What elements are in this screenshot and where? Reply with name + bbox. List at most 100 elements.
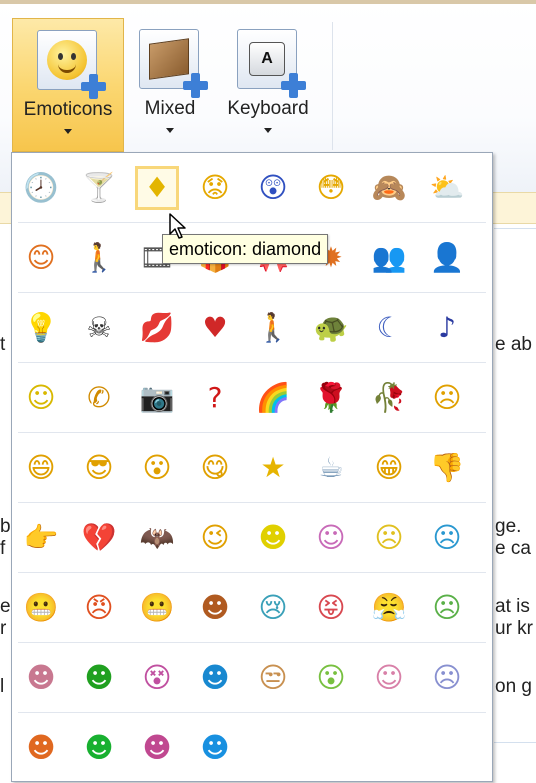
emoticon-tan-face[interactable]: 😒 [251, 656, 295, 700]
emoticon-cloud[interactable]: ⛅ [425, 166, 469, 210]
emoticon-worried[interactable]: 😟 [193, 166, 237, 210]
emoticon-blue-face-2[interactable]: ☻ [193, 726, 237, 770]
emoticon-star[interactable]: ★ [251, 446, 295, 490]
mixed-button-label: Mixed [144, 98, 196, 119]
teal-grimace-icon: 😬 [23, 591, 59, 624]
emoticon-pink-laugh[interactable]: ☻ [19, 656, 63, 700]
emoticon-sad[interactable]: ☹ [425, 376, 469, 420]
emoticon-row: 💡 ☠ 💋 ♥ 🚶 🐢 ☾ ♪ [12, 293, 492, 363]
music-note-icon: ♪ [438, 311, 456, 344]
document-text-fragment: ge. [495, 516, 522, 537]
emoticon-smiley[interactable]: ☺ [19, 376, 63, 420]
green-face-icon: ☻ [84, 661, 114, 694]
emoticon-green-gasp[interactable]: 😮 [309, 656, 353, 700]
confused-icon: ☹ [374, 521, 404, 554]
blue-face-2-icon: ☻ [200, 731, 230, 764]
pink-smile-icon: ☺ [374, 661, 404, 694]
emoticon-pink-face[interactable]: 😝 [309, 586, 353, 630]
emoticon-bat[interactable]: 🦇 [135, 516, 179, 560]
sad-icon: ☹ [432, 381, 462, 414]
emoticon-row: ☺ ✆ 📷? 🌈 🌹 🥀 ☹ [12, 363, 492, 433]
emoticon-contact[interactable]: 👤 [425, 236, 469, 280]
emoticon-laughing[interactable]: 😄 [19, 446, 63, 490]
pointing-hand-icon: 👉 [23, 521, 59, 554]
keyboard-button[interactable]: A Keyboard [216, 18, 320, 152]
emoticon-green-face[interactable]: ☻ [77, 656, 121, 700]
emoticon-person[interactable]: 🚶 [77, 236, 121, 280]
emoticon-orange-face[interactable]: ☻ [19, 726, 63, 770]
emoticon-walking-man[interactable]: 🚶 [251, 306, 295, 350]
emoticon-shocked[interactable]: 😲 [251, 166, 295, 210]
emoticon-lightbulb[interactable]: 💡 [19, 306, 63, 350]
brown-face-icon: ☻ [200, 591, 230, 624]
emoticon-skull[interactable]: ☠ [77, 306, 121, 350]
emoticon-insert-icon [37, 30, 106, 99]
document-rule [494, 742, 536, 743]
emoticon-rose[interactable]: 🌹 [309, 376, 353, 420]
emoticon-yellow-smiley[interactable]: ☻ [251, 516, 295, 560]
document-text-fragment: e ab [495, 334, 532, 355]
emoticon-heart[interactable]: ♥ [193, 306, 237, 350]
hiding-icon: 🙈 [371, 171, 407, 204]
emoticon-brown-face[interactable]: ☻ [193, 586, 237, 630]
emoticon-diamond[interactable]: ♦ [135, 166, 179, 210]
emoticon-row: 😬 😠 😬 ☻ 😢 😝 😤 ☹ [12, 573, 492, 643]
emoticon-flushed[interactable]: 😳 [309, 166, 353, 210]
emoticon-camera[interactable]: 📷 [135, 376, 179, 420]
emoticon-pink-smile[interactable]: ☺ [367, 656, 411, 700]
cloud-icon: ⛅ [429, 171, 465, 204]
pink-laugh-icon: ☻ [26, 661, 56, 694]
chevron-down-icon [166, 128, 174, 133]
mouse-pointer-icon [169, 213, 186, 239]
emoticon-tongue-out[interactable]: 😋 [193, 446, 237, 490]
mixed-button[interactable]: Mixed [134, 18, 208, 152]
emoticon-rainbow[interactable]: 🌈 [251, 376, 295, 420]
emoticon-moon[interactable]: ☾ [367, 306, 411, 350]
emoticon-coffee[interactable]: ☕ [309, 446, 353, 490]
emoticon-green-sad[interactable]: ☹ [425, 586, 469, 630]
emoticon-green-grin[interactable]: 😬 [135, 586, 179, 630]
lightbulb-icon: 💡 [23, 311, 59, 344]
emoticon-broken-heart[interactable]: 💔 [77, 516, 121, 560]
emoticons-button[interactable]: Emoticons [12, 18, 124, 152]
emoticon-frowning-blue[interactable]: 😤 [367, 586, 411, 630]
emoticon-surprised[interactable]: 😮 [135, 446, 179, 490]
emoticon-lavender-face[interactable]: ☹ [425, 656, 469, 700]
shocked-icon: 😲 [258, 171, 288, 204]
yellow-smiley-icon: ☻ [258, 521, 288, 554]
emoticon-magenta-face[interactable]: ☻ [135, 726, 179, 770]
crying-icon: 😢 [258, 591, 288, 624]
emoticon-phone[interactable]: ✆ [77, 376, 121, 420]
chevron-down-icon [264, 128, 272, 133]
emoticon-row: ☻ ☻ 😵 ☻ 😒 😮 ☺ ☹ [12, 643, 492, 713]
emoticon-teal-grimace[interactable]: 😬 [19, 586, 63, 630]
emoticon-blue-face[interactable]: ☹ [425, 516, 469, 560]
emoticon-wilted-rose[interactable]: 🥀 [367, 376, 411, 420]
camera-icon: 📷 [139, 381, 175, 414]
emoticon-pointing-hand[interactable]: 👉 [19, 516, 63, 560]
emoticon-thumbs-down[interactable]: 👎 [425, 446, 469, 490]
emoticon-hiding[interactable]: 🙈 [367, 166, 411, 210]
emoticon-blushing[interactable]: 😊 [19, 236, 63, 280]
emoticon-crying[interactable]: 😢 [251, 586, 295, 630]
emoticon-music-note[interactable]: ♪ [425, 306, 469, 350]
emoticon-cool[interactable]: 😎 [77, 446, 121, 490]
emoticon-wink[interactable]: 😉 [193, 516, 237, 560]
emoticon-chatting[interactable]: 👥 [367, 236, 411, 280]
emoticon-martini[interactable]: 🍸 [77, 166, 121, 210]
emoticon-turtle[interactable]: 🐢 [309, 306, 353, 350]
emoticon-clock[interactable]: 🕗 [19, 166, 63, 210]
emoticon-lips[interactable]: 💋 [135, 306, 179, 350]
emoticon-blue-wink[interactable]: ☻ [193, 656, 237, 700]
emoticon-angry[interactable]: 😠 [77, 586, 121, 630]
emoticon-confused[interactable]: ☹ [367, 516, 411, 560]
emoticon-grinning[interactable]: 😁 [367, 446, 411, 490]
lips-icon: 💋 [139, 311, 175, 344]
emoticon-question-mark[interactable]: ? [193, 376, 237, 420]
emoticon-purple-smiley[interactable]: ☺ [309, 516, 353, 560]
emoticon-dizzy-face[interactable]: 😵 [135, 656, 179, 700]
emoticons-button-label: Emoticons [23, 99, 113, 120]
keyboard-insert-icon: A [237, 29, 306, 98]
emoticon-bright-green-face[interactable]: ☻ [77, 726, 121, 770]
thumbs-down-icon: 👎 [429, 451, 465, 484]
